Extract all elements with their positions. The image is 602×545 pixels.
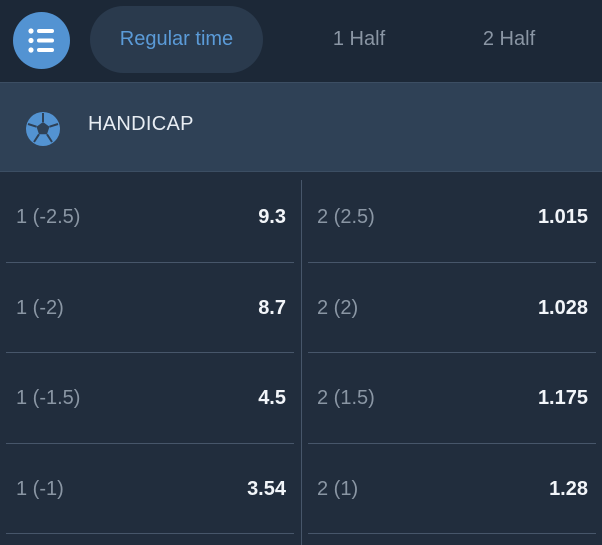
odds-value: 1.015 xyxy=(537,206,588,228)
tab-regular-time[interactable]: Regular time xyxy=(90,6,263,73)
odds-cell-away[interactable]: 2 (1) 1.28 xyxy=(308,444,596,534)
odds-row: 1 (-1) 3.54 2 (1) 1.28 xyxy=(0,444,602,534)
handicap-label: 1 (-1) xyxy=(16,477,64,500)
odds-row: 1 (-1.5) 4.5 2 (1.5) 1.175 xyxy=(0,353,602,444)
odds-cell-away[interactable]: 2 (2.5) 1.015 xyxy=(308,172,596,263)
handicap-label: 1 (-1.5) xyxy=(16,387,81,409)
odds-value: 1.028 xyxy=(537,296,588,319)
odds-value: 3.54 xyxy=(247,477,286,500)
row-separator xyxy=(6,533,294,534)
odds-row: 1 (-2) 8.7 2 (2) 1.028 xyxy=(0,263,602,353)
odds-value: 4.5 xyxy=(258,387,286,409)
handicap-label: 1 (-2) xyxy=(16,296,64,319)
row-separator xyxy=(308,533,596,534)
handicap-label: 2 (2) xyxy=(317,296,359,319)
list-icon xyxy=(28,28,54,53)
soccer-ball-icon xyxy=(26,112,60,146)
odds-cell-home[interactable]: 1 (-1) 3.54 xyxy=(6,444,294,534)
odds-cell-away[interactable]: 2 (2) 1.028 xyxy=(308,263,596,353)
handicap-label: 2 (2.5) xyxy=(317,206,375,228)
handicap-label: 2 (1) xyxy=(317,477,359,500)
menu-button[interactable] xyxy=(13,12,70,69)
odds-cell-home[interactable]: 1 (-1.5) 4.5 xyxy=(6,353,294,444)
market-title: HANDICAP xyxy=(88,113,194,135)
odds-grid: 1 (-2.5) 9.3 2 (2.5) 1.015 1 (-2) 8.7 2 … xyxy=(0,172,602,534)
handicap-label: 1 (-2.5) xyxy=(16,206,81,228)
odds-value: 9.3 xyxy=(258,206,286,228)
tab-1-half[interactable]: 1 Half xyxy=(295,6,423,73)
odds-cell-away[interactable]: 2 (1.5) 1.175 xyxy=(308,353,596,444)
odds-cell-home[interactable]: 1 (-2) 8.7 xyxy=(6,263,294,353)
market-period-tabs: Regular time 1 Half 2 Half xyxy=(0,0,602,82)
odds-value: 1.28 xyxy=(549,477,588,500)
market-header[interactable]: HANDICAP xyxy=(0,82,602,172)
odds-value: 8.7 xyxy=(258,296,286,319)
handicap-label: 2 (1.5) xyxy=(317,387,375,409)
tab-2-half[interactable]: 2 Half xyxy=(444,6,574,73)
odds-row: 1 (-2.5) 9.3 2 (2.5) 1.015 xyxy=(0,172,602,263)
odds-value: 1.175 xyxy=(537,387,588,409)
odds-cell-home[interactable]: 1 (-2.5) 9.3 xyxy=(6,172,294,263)
